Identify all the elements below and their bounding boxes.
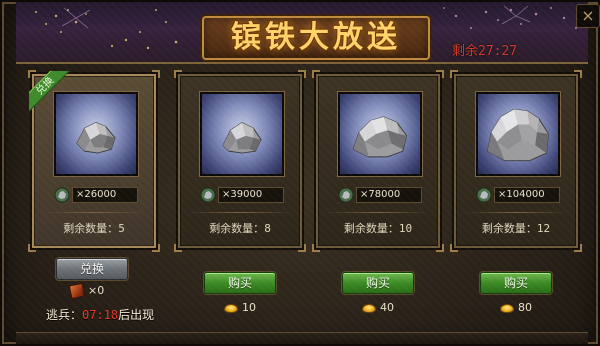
timer-label: 剩余	[452, 44, 479, 59]
title-banner: 镔铁大放送 剩余27:27	[16, 2, 588, 64]
quantity-value: ×26000	[72, 187, 138, 203]
buy-button-3[interactable]: 购买	[480, 272, 552, 294]
iron-ore-icon	[352, 116, 408, 158]
ore-image	[54, 92, 138, 176]
quantity-line: ×39000	[200, 186, 284, 204]
quantity-value: ×78000	[356, 187, 422, 203]
remaining-count: 剩余数量：10	[343, 222, 413, 235]
iron-ore-icon	[486, 108, 549, 162]
buy-button-2[interactable]: 购买	[342, 272, 414, 294]
ore-coin-icon	[54, 187, 70, 203]
deserter-notice: 逃兵：07:18后出现	[46, 308, 155, 322]
offer-card-4[interactable]: ×104000 剩余数量：12	[450, 70, 582, 252]
close-icon[interactable]: ×	[576, 4, 600, 28]
countdown-timer: 剩余27:27	[452, 40, 517, 59]
iron-ore-icon	[76, 122, 116, 154]
page-title: 镔铁大放送	[231, 20, 401, 55]
quantity-line: ×104000	[476, 186, 560, 204]
remaining-count: 剩余数量：5	[63, 222, 125, 235]
ore-image	[476, 92, 560, 176]
price-line-2: 40	[362, 301, 394, 315]
exchange-token-icon	[68, 282, 86, 300]
remaining-count: 剩余数量：12	[481, 222, 551, 235]
gold-ingot-icon	[500, 303, 514, 313]
ore-coin-icon	[200, 187, 216, 203]
offer-card-1[interactable]: 兑换 ×26000 剩余数量：5	[28, 70, 160, 252]
exchange-button[interactable]: 兑换	[56, 258, 128, 280]
offer-card-2[interactable]: ×39000 剩余数量：8	[174, 70, 306, 252]
buy-button-1[interactable]: 购买	[204, 272, 276, 294]
gold-ingot-icon	[224, 303, 238, 313]
offer-card-3[interactable]: ×78000 剩余数量：10	[312, 70, 444, 252]
quantity-line: ×78000	[338, 186, 422, 204]
ore-image	[200, 92, 284, 176]
gold-ingot-icon	[362, 303, 376, 313]
exchange-token-line: ×0	[68, 282, 105, 300]
timer-value: 27:27	[478, 44, 518, 59]
quantity-line: ×26000	[54, 186, 138, 204]
ore-coin-icon	[338, 187, 354, 203]
token-count: ×0	[88, 284, 105, 297]
event-window: 镔铁大放送 剩余27:27 × 兑换 ×26000 剩余数量：5 ×39000 …	[0, 0, 600, 346]
price-line-3: 80	[500, 301, 532, 315]
ore-coin-icon	[476, 187, 492, 203]
ore-image	[338, 92, 422, 176]
iron-ore-icon	[222, 122, 262, 154]
remaining-count: 剩余数量：8	[209, 222, 271, 235]
quantity-value: ×104000	[494, 187, 560, 203]
bottom-bar	[16, 332, 588, 344]
quantity-value: ×39000	[218, 187, 284, 203]
deserter-time: 07:18	[82, 308, 119, 322]
price-line-1: 10	[224, 301, 256, 315]
